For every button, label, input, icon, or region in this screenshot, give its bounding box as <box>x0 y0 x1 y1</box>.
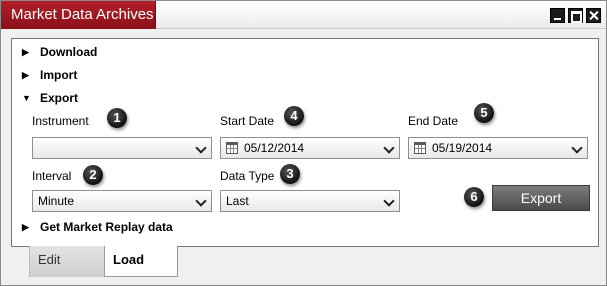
maximize-icon[interactable] <box>568 8 583 23</box>
chevron-down-icon <box>384 143 394 153</box>
expand-arrow-icon: ▶ <box>22 70 29 80</box>
section-market-replay[interactable]: ▶ Get Market Replay data <box>22 219 173 235</box>
data-type-select[interactable]: Last <box>220 190 400 212</box>
title-bar: Market Data Archives <box>1 1 606 29</box>
instrument-select[interactable] <box>32 137 212 159</box>
minimize-icon[interactable] <box>550 8 565 23</box>
chevron-down-icon <box>196 143 206 153</box>
callout-badge-2: 2 <box>83 165 103 185</box>
callout-badge-6: 6 <box>464 187 484 207</box>
start-date-label: Start Date <box>220 114 275 128</box>
chevron-down-icon <box>384 196 394 206</box>
tab-edit[interactable]: Edit <box>29 246 104 277</box>
tab-load[interactable]: Load <box>104 246 178 277</box>
calendar-icon <box>226 142 238 154</box>
end-date-label: End Date <box>408 114 459 128</box>
instrument-label: Instrument <box>32 114 89 128</box>
collapse-arrow-icon: ▼ <box>22 93 31 103</box>
chevron-down-icon <box>572 143 582 153</box>
end-date-picker[interactable]: 05/19/2014 <box>408 137 588 159</box>
callout-badge-1: 1 <box>107 108 127 128</box>
chevron-down-icon <box>196 196 206 206</box>
start-date-picker[interactable]: 05/12/2014 <box>220 137 400 159</box>
archives-panel: ▶ Download ▶ Import ▼ Export Instrument 1 S… <box>11 38 599 247</box>
export-button[interactable]: Export <box>492 185 590 211</box>
calendar-icon <box>414 142 426 154</box>
callout-badge-4: 4 <box>284 106 304 126</box>
interval-select[interactable]: Minute <box>32 190 212 212</box>
expand-arrow-icon: ▶ <box>22 222 29 232</box>
section-import[interactable]: ▶ Import <box>22 67 77 83</box>
market-data-archives-window: Market Data Archives ▶ Download ▶ Import ▼… <box>0 0 607 286</box>
close-icon[interactable] <box>586 8 601 23</box>
section-export[interactable]: ▼ Export <box>22 90 78 106</box>
window-title: Market Data Archives <box>1 1 156 29</box>
data-type-label: Data Type <box>220 169 275 183</box>
callout-badge-3: 3 <box>280 164 300 184</box>
callout-badge-5: 5 <box>474 103 494 123</box>
section-download[interactable]: ▶ Download <box>22 44 97 60</box>
expand-arrow-icon: ▶ <box>22 47 29 57</box>
interval-label: Interval <box>32 169 72 183</box>
